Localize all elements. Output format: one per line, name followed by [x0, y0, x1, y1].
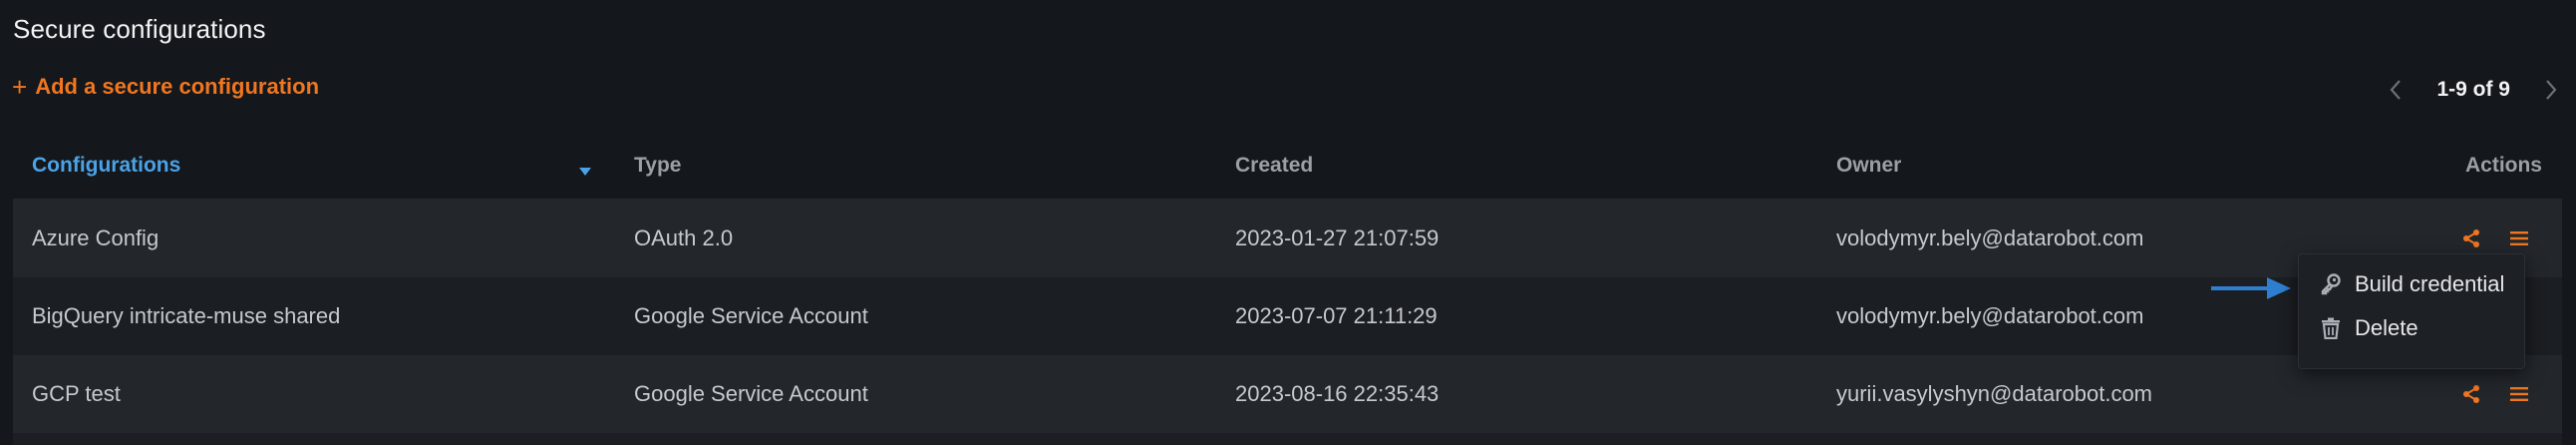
- menu-item-build-credential[interactable]: Build credential: [2299, 262, 2524, 306]
- configuration-name: Azure Config: [32, 225, 160, 250]
- table-row[interactable]: BigQuery intricate-muse shared Google Se…: [13, 277, 2562, 355]
- menu-item-label: Delete: [2355, 315, 2418, 340]
- column-header-configurations[interactable]: Configurations: [32, 140, 180, 200]
- menu-icon[interactable]: [2508, 227, 2530, 249]
- share-icon[interactable]: [2460, 383, 2482, 405]
- table-row[interactable]: GCP test Google Service Account 2023-08-…: [13, 355, 2562, 433]
- sort-down-icon[interactable]: [579, 163, 591, 181]
- pagination-range: 1-9 of 9: [2436, 78, 2510, 101]
- configuration-created: 2023-08-16 22:35:43: [1235, 381, 1440, 406]
- pagination: 1-9 of 9: [2383, 74, 2564, 106]
- configuration-created: 2023-01-27 21:07:59: [1235, 225, 1440, 250]
- add-secure-configuration-label: Add a secure configuration: [35, 74, 320, 99]
- configuration-type: Google Service Account: [634, 381, 868, 406]
- menu-icon[interactable]: [2508, 383, 2530, 405]
- configuration-type: OAuth 2.0: [634, 225, 734, 250]
- table-row[interactable]: Azure Config OAuth 2.0 2023-01-27 21:07:…: [13, 200, 2562, 277]
- configuration-owner: volodymyr.bely@datarobot.com: [1836, 303, 2144, 328]
- column-header-owner[interactable]: Owner: [1836, 140, 1901, 200]
- table-row[interactable]: [13, 433, 2562, 445]
- configurations-table: Configurations Type Created Owner Action…: [13, 140, 2562, 445]
- plus-icon: +: [12, 72, 28, 102]
- menu-item-label: Build credential: [2355, 271, 2505, 296]
- chevron-right-icon[interactable]: [2538, 77, 2564, 103]
- configuration-owner: volodymyr.bely@datarobot.com: [1836, 225, 2144, 250]
- row-actions-menu: Build credential Delete: [2298, 253, 2525, 369]
- add-secure-configuration-button[interactable]: + Add a secure configuration: [12, 74, 319, 100]
- configuration-name: GCP test: [32, 381, 121, 406]
- chevron-left-icon[interactable]: [2383, 77, 2409, 103]
- trash-icon: [2319, 316, 2343, 340]
- configuration-name: BigQuery intricate-muse shared: [32, 303, 341, 328]
- page-title: Secure configurations: [13, 14, 266, 44]
- column-header-type[interactable]: Type: [634, 140, 681, 200]
- configuration-owner: yurii.vasylyshyn@datarobot.com: [1836, 381, 2153, 406]
- key-icon: [2319, 272, 2343, 296]
- column-header-created[interactable]: Created: [1235, 140, 1313, 200]
- annotation-arrow-icon: [2211, 277, 2291, 299]
- configuration-type: Google Service Account: [634, 303, 868, 328]
- menu-item-delete[interactable]: Delete: [2299, 306, 2524, 350]
- table-header: Configurations Type Created Owner Action…: [13, 140, 2562, 200]
- configuration-created: 2023-07-07 21:11:29: [1235, 303, 1438, 328]
- column-header-actions: Actions: [2464, 154, 2542, 177]
- share-icon[interactable]: [2460, 227, 2482, 249]
- secure-configurations-page: Secure configurations + Add a secure con…: [0, 0, 2576, 445]
